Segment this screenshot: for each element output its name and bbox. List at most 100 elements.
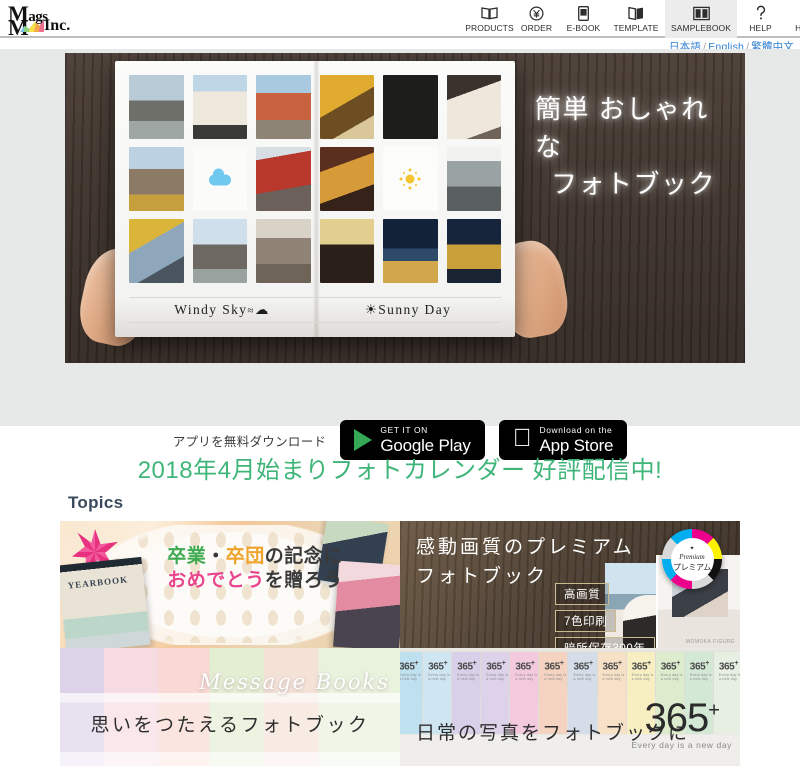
photo-cell <box>192 75 247 139</box>
photo-cell <box>129 219 184 283</box>
photo-cell <box>129 75 184 139</box>
nav-item-howto[interactable]: HOW-TO <box>784 0 800 38</box>
hero-banner-image[interactable]: Windy Sky≈☁ ☀Sunny Day 簡単 おしゃれな フォトブック <box>65 53 745 363</box>
photo-cell <box>256 219 311 283</box>
yen-circle-icon <box>529 5 544 21</box>
promo-banner-link[interactable]: 2018年4月始まりフォトカレンダー 好評配信中! <box>0 450 800 485</box>
message-books-subtitle: 思いをつたえるフォトブック <box>90 715 370 736</box>
photo-cell <box>256 147 311 211</box>
topic-tile-premium[interactable]: 感動画質のプレミアム フォトブック MOMOKA FIGURE 高画質 7色印刷… <box>400 521 740 648</box>
mobile-book-icon <box>578 5 589 21</box>
premium-seal-star: ✦ <box>689 545 695 552</box>
365-book-subtitle: Every day is a new day <box>573 673 596 681</box>
365-book-title: 365+ <box>428 660 448 673</box>
nav-item-ebook[interactable]: E-BOOK <box>560 0 607 38</box>
yearbook-label: YEARBOOK <box>67 574 129 591</box>
365-book-subtitle: Every day is a new day <box>660 673 683 681</box>
365-book-title: 365+ <box>515 660 535 673</box>
photo-watermark: MOMOKA FIGURE <box>685 639 735 645</box>
topic-tile-message-books[interactable]: Message Books 思いをつたえるフォトブック <box>60 648 400 766</box>
nav-item-order[interactable]: ORDER <box>513 0 560 38</box>
message-books-title: Message Books <box>199 670 390 694</box>
template-pages-icon <box>628 5 644 21</box>
photo-cell-sun <box>383 147 438 211</box>
site-header: Mags M Inc. PRODUCTS ORDER E-BOOK TEMPLA… <box>0 0 800 40</box>
365-book-subtitle: Every day is a new day <box>457 673 480 681</box>
graduation-sep: ・ <box>206 546 226 567</box>
365-book-title: 365+ <box>689 660 710 673</box>
365-book-subtitle: Every day is a new day <box>631 673 654 681</box>
365-book-title: 365+ <box>457 660 477 673</box>
topics-heading: Topics <box>68 493 124 512</box>
nav-item-help[interactable]: HELP <box>737 0 784 38</box>
caption-sunny-day: ☀Sunny Day <box>364 302 452 317</box>
open-book-icon <box>481 5 498 21</box>
photo-cell <box>446 219 501 283</box>
cloud-icon <box>208 168 231 186</box>
nav-label-order: ORDER <box>520 23 553 33</box>
365-book-subtitle: Every day is a new day <box>602 673 625 681</box>
nav-label-products: PRODUCTS <box>465 23 514 33</box>
premium-line-1: 感動画質のプレミアム <box>416 537 635 558</box>
photo-cell <box>446 75 501 139</box>
365-logo: 365+ Every day is a new day <box>631 698 732 750</box>
badge-seven-color-print: 7色印刷 <box>555 610 617 632</box>
topics-grid: YEARBOOK 卒業・卒団の記念に おめでとうを贈ろう 感動画質のプレミアム … <box>60 521 740 766</box>
photo-cell <box>319 147 374 211</box>
365-logo-plus: + <box>708 699 720 722</box>
nav-label-ebook: E-BOOK <box>566 23 601 33</box>
nav-item-template[interactable]: TEMPLATE <box>607 0 665 38</box>
photo-grid <box>129 75 501 283</box>
premium-seal-inner: ✦ Premium プレミアム <box>670 537 714 581</box>
sample-book-icon <box>692 5 710 21</box>
365-book-title: 365+ <box>660 660 681 673</box>
graduation-copy: 卒業・卒団の記念に おめでとうを贈ろう <box>135 545 375 594</box>
app-download-label: アプリを無料ダウンロード <box>172 434 327 449</box>
graduation-word-omedetou: おめでとう <box>167 570 265 592</box>
365-book-title: 365+ <box>544 660 564 673</box>
graduation-line-2: おめでとうを贈ろう <box>135 569 375 593</box>
nav-item-products[interactable]: PRODUCTS <box>465 0 514 38</box>
nav-item-samplebook[interactable]: SAMPLEBOOK <box>665 0 737 38</box>
sun-icon <box>405 174 415 184</box>
nav-label-template: TEMPLATE <box>613 23 659 33</box>
open-photobook: Windy Sky≈☁ ☀Sunny Day <box>115 61 515 337</box>
topic-tile-365plus[interactable]: 365+ Every day is a new day 365+ Every day … <box>400 648 740 766</box>
365-book-subtitle: Every day is a new day <box>718 673 740 681</box>
graduation-word-sotsugyo: 卒業 <box>167 546 207 567</box>
graduation-line2-tail: を贈ろう <box>264 570 343 592</box>
app-store-small-text: Download on the <box>530 424 611 435</box>
google-play-small-text: GET IT ON <box>380 424 428 435</box>
topic-tile-graduation[interactable]: YEARBOOK 卒業・卒団の記念に おめでとうを贈ろう <box>60 521 400 648</box>
hero-title-line1: 簡単 おしゃれな <box>535 94 709 162</box>
365-book-subtitle: Every day is a new day <box>428 673 451 681</box>
nav-label-help: HELP <box>749 23 772 33</box>
photo-cell <box>319 219 374 283</box>
nav-label-howto: HOW-TO <box>795 23 800 33</box>
nav-label-samplebook: SAMPLEBOOK <box>670 23 732 33</box>
photo-cell <box>256 75 311 139</box>
graduation-line1-tail: の記念に <box>264 546 343 567</box>
graduation-line-1: 卒業・卒団の記念に <box>135 545 375 569</box>
365-book-title: 365+ <box>602 660 623 673</box>
365-logo-number: 365+ <box>644 696 720 740</box>
badge-300-year-storage: 暗所保存300年 <box>555 637 655 648</box>
premium-badges: 高画質 7色印刷 暗所保存300年 <box>555 583 655 648</box>
photo-cell <box>319 75 374 139</box>
365-book-subtitle: Every day is a new day <box>689 673 712 681</box>
photo-cell <box>383 75 438 139</box>
365-book-title: 365+ <box>631 660 652 673</box>
site-logo[interactable]: Mags M Inc. <box>8 1 108 40</box>
365-book-subtitle: Every day is a new day <box>515 673 538 681</box>
hero-title-line2: フォトブック <box>551 169 717 200</box>
365-book-title: 365+ <box>718 660 739 673</box>
365-book-title: 365+ <box>573 660 593 673</box>
365-book-title: 365+ <box>486 660 506 673</box>
question-mark-icon <box>755 5 767 21</box>
photo-cell <box>446 147 501 211</box>
premium-seal-icon: ✦ Premium プレミアム <box>662 529 722 589</box>
photo-cell <box>192 219 247 283</box>
caption-symbol-approx: ≈ <box>247 305 255 317</box>
premium-seal-bottom-text: プレミアム <box>673 562 711 572</box>
book-caption-row: Windy Sky≈☁ ☀Sunny Day <box>129 297 501 323</box>
